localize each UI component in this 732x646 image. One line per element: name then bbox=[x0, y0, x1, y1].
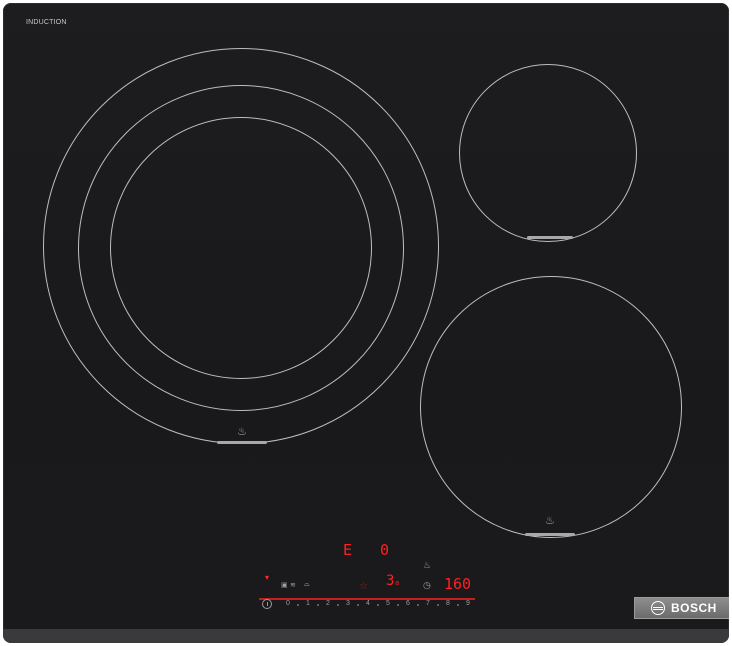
lock-icon[interactable]: ▣ bbox=[281, 581, 288, 589]
large-zone-inner-ring bbox=[110, 117, 372, 379]
slider-level-4[interactable]: 4 bbox=[363, 600, 373, 607]
medium-zone-pot-icon: ♨ bbox=[545, 515, 555, 527]
frame-edge bbox=[3, 629, 729, 643]
small-zone-suffix: a bbox=[395, 579, 400, 587]
slider-level-9[interactable]: 9 bbox=[463, 600, 473, 607]
slider-dot bbox=[357, 604, 359, 606]
wifi-icon[interactable]: ▾ bbox=[265, 573, 269, 582]
large-zone-marker bbox=[217, 441, 267, 444]
slider-dot bbox=[377, 604, 379, 606]
slider-level-2[interactable]: 2 bbox=[323, 600, 333, 607]
slider-dot bbox=[437, 604, 439, 606]
medium-zone-ring[interactable] bbox=[420, 276, 682, 538]
slider-level-7[interactable]: 7 bbox=[423, 600, 433, 607]
series-label: INDUCTION bbox=[26, 19, 67, 26]
slider-dot bbox=[297, 604, 299, 606]
star-icon[interactable]: ☆ bbox=[359, 581, 368, 592]
small-zone-ring[interactable] bbox=[459, 64, 637, 242]
brand-name: BOSCH bbox=[671, 601, 717, 615]
pot-function-icon[interactable]: ♨ bbox=[423, 560, 431, 571]
pan-icon[interactable]: ⌓ bbox=[304, 581, 310, 589]
slider-level-3[interactable]: 3 bbox=[343, 600, 353, 607]
slider-dot bbox=[397, 604, 399, 606]
cooktop-glass: INDUCTION ♨ ♨ E 0 3 a ♨ ◷ 160 ▾ ▣ ≋ ⌓ ☆ … bbox=[3, 3, 729, 643]
large-zone-level-display[interactable]: 0 bbox=[380, 541, 389, 559]
bosch-logo-icon bbox=[651, 601, 665, 615]
slider-level-1[interactable]: 1 bbox=[303, 600, 313, 607]
slider-level-0[interactable]: 0 bbox=[283, 600, 293, 607]
slider-level-6[interactable]: 6 bbox=[403, 600, 413, 607]
small-zone-marker bbox=[527, 236, 573, 239]
slider-dot bbox=[337, 604, 339, 606]
clock-icon[interactable]: ◷ bbox=[423, 580, 431, 591]
large-zone-display[interactable]: E bbox=[343, 541, 352, 559]
brand-badge: BOSCH bbox=[634, 597, 729, 619]
slider-level-8[interactable]: 8 bbox=[443, 600, 453, 607]
small-zone-display[interactable]: 3 bbox=[386, 573, 394, 589]
slider-dot bbox=[317, 604, 319, 606]
slider-dot bbox=[457, 604, 459, 606]
sensor-icon[interactable]: ≋ bbox=[290, 581, 296, 589]
slider-dot bbox=[417, 604, 419, 606]
medium-zone-marker bbox=[525, 533, 575, 536]
large-zone-pot-icon: ♨ bbox=[237, 426, 247, 438]
timer-display[interactable]: 160 bbox=[444, 575, 471, 593]
slider-level-5[interactable]: 5 bbox=[383, 600, 393, 607]
power-icon[interactable] bbox=[262, 599, 272, 609]
